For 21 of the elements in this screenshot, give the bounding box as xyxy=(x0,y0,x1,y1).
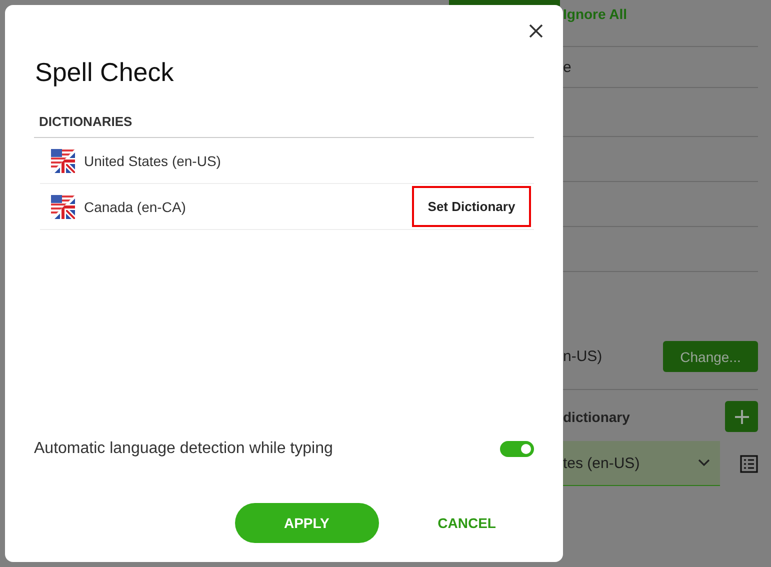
list-icon[interactable] xyxy=(740,454,758,472)
dictionary-select[interactable]: tes (en-US) xyxy=(563,441,720,486)
row-text: e xyxy=(563,58,572,76)
close-icon[interactable] xyxy=(529,24,543,38)
apply-button[interactable]: APPLY xyxy=(234,503,379,543)
change-button[interactable]: Change... xyxy=(663,341,758,372)
cancel-button[interactable]: CANCEL xyxy=(438,515,496,531)
plus-icon xyxy=(734,408,750,424)
set-dictionary-button[interactable]: Set Dictionary xyxy=(412,186,531,227)
section-heading: DICTIONARIES xyxy=(34,114,534,138)
add-button[interactable] xyxy=(725,401,758,432)
caret-icon xyxy=(698,459,710,467)
auto-detect-label: Automatic language detection while typing xyxy=(34,440,333,458)
language-text: n-US) xyxy=(563,348,602,365)
auto-detect-toggle[interactable] xyxy=(500,441,534,457)
dictionary-name: United States (en-US) xyxy=(84,152,222,168)
flag-icon xyxy=(51,194,75,218)
dictionary-label: dictionary xyxy=(563,408,630,424)
dialog-title: Spell Check xyxy=(35,56,175,89)
flag-icon xyxy=(51,148,75,172)
dictionary-name: Canada (en-CA) xyxy=(84,198,187,214)
